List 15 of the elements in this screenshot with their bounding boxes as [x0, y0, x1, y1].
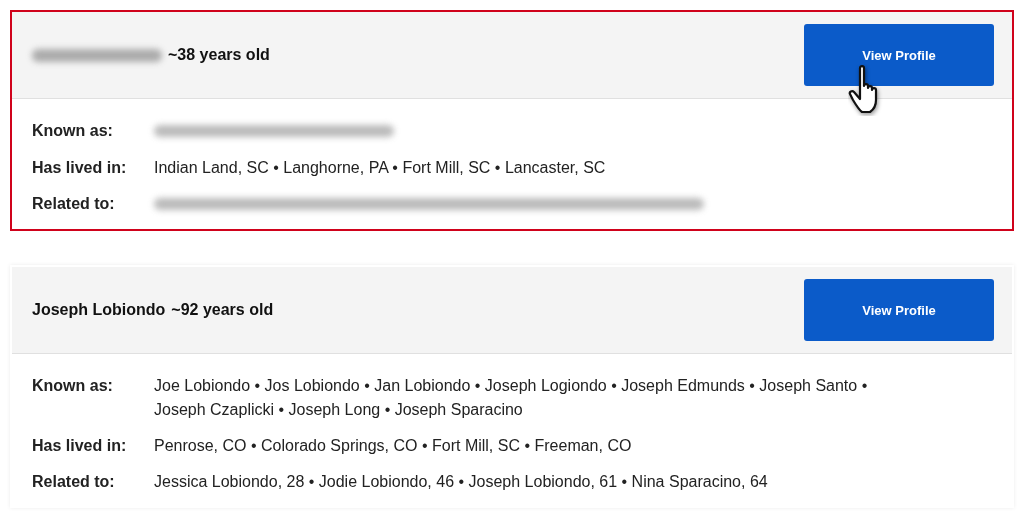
- field-value: Penrose, CO • Colorado Springs, CO • Fort Mill, SC • Freeman, CO: [154, 437, 632, 454]
- field-value: Jessica Lobiondo, 28 • Jodie Lobiondo, 46 • Joseph Lobiondo, 61 • Nina Sparacino, 64: [154, 473, 768, 490]
- person-name: Joseph Lobiondo: [32, 301, 166, 319]
- field-label: Known as:: [32, 121, 114, 141]
- field-label: Related to:: [32, 194, 116, 214]
- person-age: ~92 years old: [171, 301, 274, 319]
- view-profile-button[interactable]: View Profile: [804, 279, 994, 341]
- person-age: ~38 years old: [168, 46, 270, 64]
- field-label: Related to:: [32, 472, 116, 492]
- field-value: Joe Lobiondo • Jos Lobiondo • Jan Lobiondo • Joseph Logiondo • Joseph Edmunds • Joseph Santo • Joseph Czaplicki • Joseph Long • Joseph Sparacino: [154, 377, 868, 418]
- view-profile-button[interactable]: View Profile: [804, 24, 994, 86]
- field-label: Known as:: [32, 376, 114, 396]
- field-label: Has lived in:: [32, 436, 128, 456]
- field-value: Indian Land, SC • Langhorne, PA • Fort Mill, SC • Lancaster, SC: [154, 159, 606, 176]
- field-label: Has lived in:: [32, 158, 128, 178]
